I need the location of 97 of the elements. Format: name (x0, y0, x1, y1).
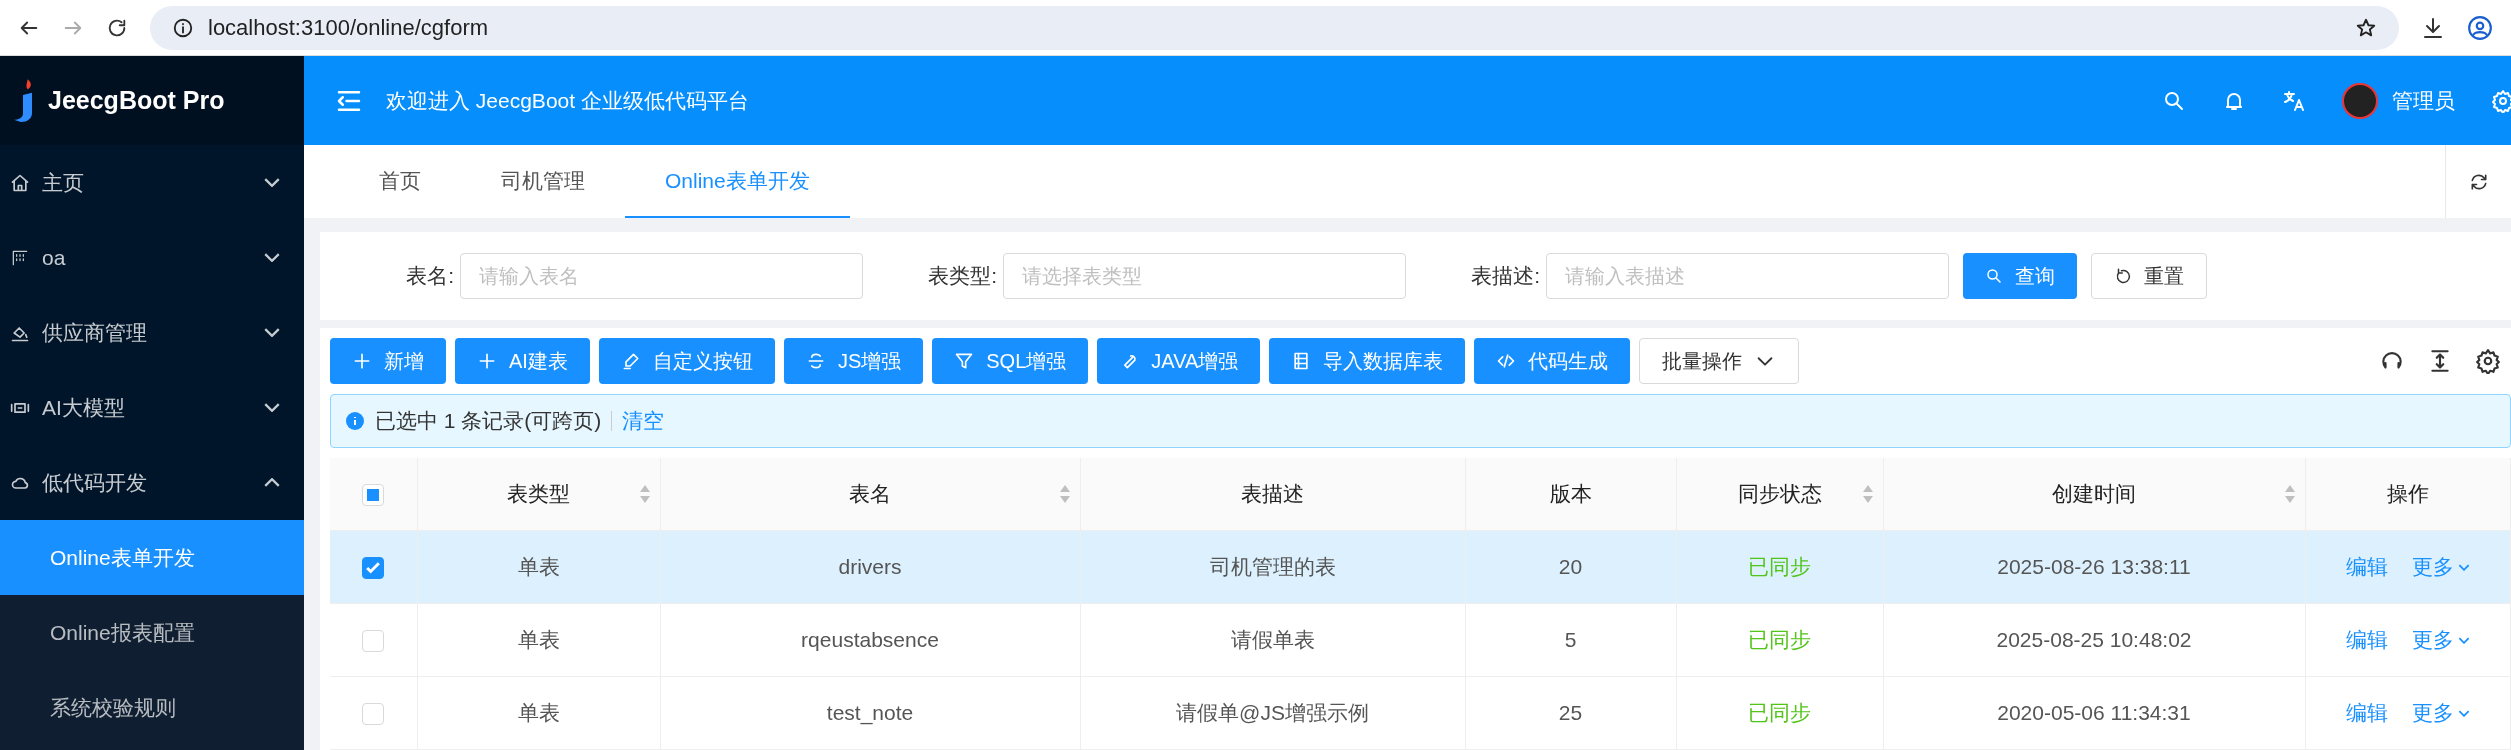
plus-icon (352, 351, 372, 371)
tab[interactable]: Online表单开发 (625, 145, 850, 218)
sidebar-subitem[interactable]: Online报表配置 (0, 595, 304, 670)
table-cell: 司机管理的表 (1209, 555, 1336, 578)
toolbar-button[interactable]: JAVA增强 (1097, 338, 1261, 384)
more-dropdown[interactable]: 更多 (2411, 626, 2470, 654)
sidebar-item[interactable]: 主页 (0, 145, 304, 220)
translate-icon[interactable] (2282, 88, 2306, 113)
table-cell: 2020-05-06 11:34:31 (1997, 701, 2191, 724)
toolbar-button[interactable]: AI建表 (455, 338, 590, 384)
table-cell: 单表 (517, 628, 560, 651)
search-button[interactable]: 查询 (1963, 253, 2077, 299)
info-icon (172, 16, 194, 39)
table-cell: 2025-08-26 13:38:11 (1997, 555, 2191, 578)
toolbar-button[interactable]: 代码生成 (1474, 338, 1631, 384)
more-dropdown[interactable]: 更多 (2411, 553, 2470, 581)
table-cell: drivers (838, 555, 902, 578)
row-checkbox[interactable] (362, 557, 385, 580)
chevron-down-icon (264, 253, 280, 262)
toolbar-button[interactable]: 新增 (330, 338, 446, 384)
logo-icon (14, 79, 32, 122)
input-field[interactable]: 请输入表描述 (1546, 253, 1949, 299)
field-label: 表类型: (927, 263, 998, 289)
tab[interactable]: 首页 (339, 145, 461, 218)
column-header: 表类型 (507, 481, 570, 507)
table-cell: 单表 (517, 555, 560, 578)
edit-link[interactable]: 编辑 (2345, 699, 2388, 727)
sort-icon[interactable] (2283, 483, 2296, 505)
column-header: 操作 (2386, 481, 2429, 507)
input-field[interactable]: 请输入表名 (460, 253, 863, 299)
chevron-down-icon (264, 328, 280, 337)
sidebar-item[interactable]: AI大模型 (0, 370, 304, 445)
caret-down-icon (2457, 709, 2470, 717)
table-cell: 2025-08-25 10:48:02 (1996, 628, 2192, 651)
header-title: 欢迎进入 JeecgBoot 企业级低代码平台 (386, 87, 750, 114)
toolbar-button[interactable]: JS增强 (783, 338, 924, 384)
table-cell: 请假单表 (1230, 628, 1315, 651)
plus-icon (477, 351, 497, 371)
input-field[interactable]: 请选择表类型 (1003, 253, 1406, 299)
toolbar-button[interactable]: SQL增强 (932, 338, 1089, 384)
edit-link[interactable]: 编辑 (2345, 626, 2388, 654)
column-header: 创建时间 (2052, 481, 2136, 507)
clear-link[interactable]: 清空 (622, 407, 665, 435)
sync-status: 已同步 (1748, 555, 1811, 578)
brand-name: JeecgBoot Pro (48, 86, 225, 115)
batch-dropdown[interactable]: 批量操作 (1639, 338, 1800, 384)
sort-icon[interactable] (1861, 483, 1874, 505)
column-header: 表名 (849, 481, 891, 507)
home-icon (10, 172, 30, 193)
field-label: 表名: (405, 263, 455, 289)
column-header: 表描述 (1241, 481, 1304, 507)
chevron-up-icon (264, 478, 280, 487)
table-cell: test_note (826, 701, 914, 724)
alert-text: 已选中 1 条记录(可跨页) (375, 408, 602, 434)
table-cell: 25 (1558, 701, 1583, 724)
chevron-down-icon (264, 403, 280, 412)
sync-status: 已同步 (1748, 701, 1811, 724)
edit-link[interactable]: 编辑 (2345, 553, 2388, 581)
settings-icon[interactable] (2475, 348, 2501, 374)
sync-status: 已同步 (1748, 628, 1811, 651)
download-icon[interactable] (2421, 15, 2445, 40)
sidebar-subitem[interactable]: 系统校验规则 (0, 670, 304, 745)
code-icon (1496, 351, 1517, 371)
sidebar-item[interactable]: 低代码开发 (0, 445, 304, 520)
user-name[interactable]: 管理员 (2392, 86, 2455, 115)
table-cell: 单表 (517, 701, 560, 724)
field-label: 表描述: (1470, 263, 1541, 289)
sidebar-item[interactable]: 供应商管理 (0, 295, 304, 370)
avatar[interactable] (2342, 82, 2378, 119)
sort-icon[interactable] (1058, 483, 1071, 505)
sidebar-subitem[interactable]: Online表单开发 (0, 520, 304, 595)
address-bar[interactable]: localhost:3100/online/cgform (150, 5, 2399, 50)
table-cell: 请假单@JS增强示例 (1176, 701, 1369, 724)
chevron-down-icon (264, 178, 280, 187)
table-cell: 5 (1564, 628, 1577, 651)
select-all-checkbox[interactable] (362, 484, 385, 507)
refresh-icon (2468, 171, 2489, 192)
sort-icon[interactable] (638, 483, 651, 505)
toolbar-button[interactable]: 导入数据库表 (1269, 338, 1466, 384)
reset-button[interactable]: 重置 (2091, 253, 2207, 299)
star-icon[interactable] (2355, 16, 2377, 39)
toolbar-button[interactable]: 自定义按钮 (598, 338, 775, 384)
column-header: 同步状态 (1737, 481, 1822, 507)
reset-icon (2114, 267, 2132, 285)
filter-icon (954, 351, 975, 371)
sidebar-item[interactable]: oa (0, 220, 304, 295)
search-icon (1985, 267, 2003, 285)
tab[interactable]: 司机管理 (461, 145, 625, 218)
profile-icon[interactable] (2467, 14, 2493, 41)
column-header: 版本 (1549, 481, 1592, 507)
table-cell: rqeustabsence (801, 628, 939, 651)
info-icon (345, 411, 365, 431)
check-icon (366, 562, 381, 575)
caret-down-icon (2457, 636, 2470, 644)
table-cell: 20 (1558, 555, 1583, 578)
caret-down-icon (2457, 563, 2470, 571)
more-dropdown[interactable]: 更多 (2411, 699, 2470, 727)
